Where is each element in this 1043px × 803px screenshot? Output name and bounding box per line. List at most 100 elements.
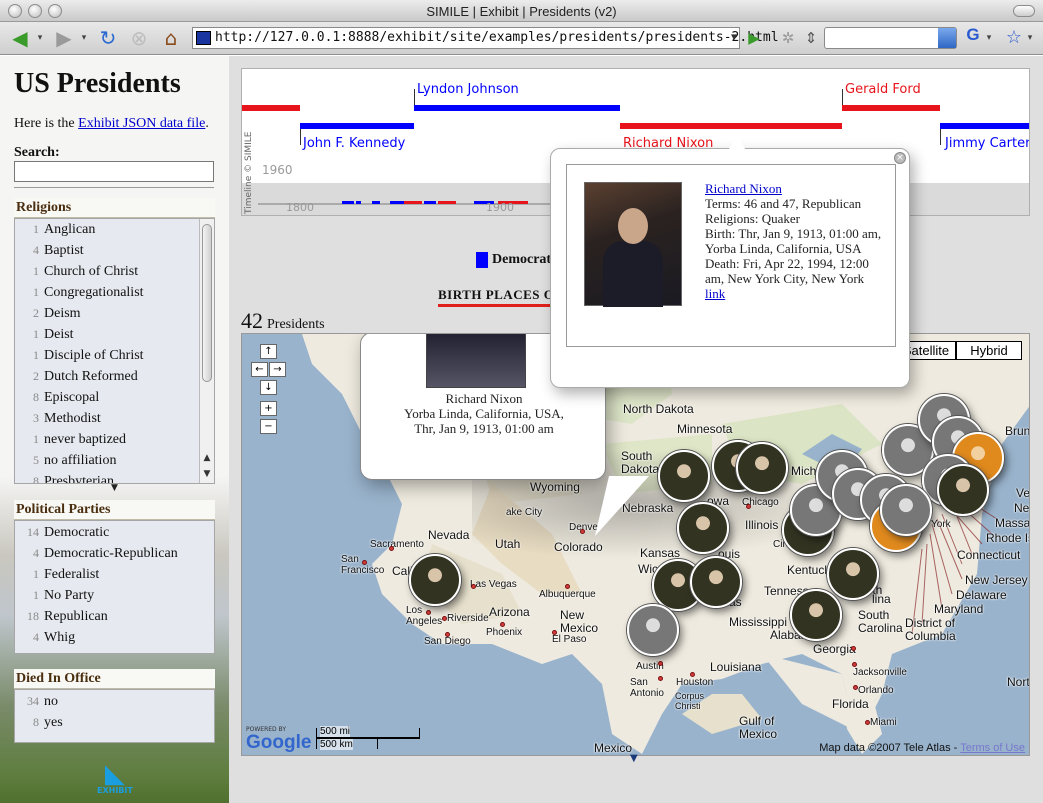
timeline-bar[interactable] bbox=[300, 123, 414, 129]
timeline-bar[interactable] bbox=[940, 123, 1029, 129]
window-title: SIMILE | Exhibit | Presidents (v2) bbox=[426, 4, 617, 19]
zoom-in-button[interactable]: + bbox=[260, 401, 277, 416]
timeline-bar[interactable] bbox=[242, 105, 300, 111]
chevron-down-icon[interactable]: ▾ bbox=[1025, 25, 1035, 51]
bookmark-star-icon[interactable]: ☆ bbox=[1004, 25, 1024, 51]
chevron-down-icon[interactable]: ▾ bbox=[984, 25, 994, 51]
toolbar-toggle-button[interactable] bbox=[1013, 5, 1035, 17]
facet-value-row[interactable]: 1 Church of Christ bbox=[15, 261, 214, 282]
facet-value-row[interactable]: 4 Democratic-Republican bbox=[15, 543, 214, 564]
back-button[interactable]: ◀ bbox=[6, 25, 34, 51]
timeline-bar[interactable] bbox=[620, 123, 842, 129]
popup-close-button[interactable]: × bbox=[894, 152, 906, 164]
facet-value-row[interactable]: 4 Baptist bbox=[15, 240, 214, 261]
scrollbar[interactable]: ▲ ▼ bbox=[199, 219, 214, 483]
json-data-link[interactable]: Exhibit JSON data file bbox=[78, 116, 205, 131]
google-search-icon[interactable]: G bbox=[964, 25, 982, 51]
go-button[interactable]: ▶ bbox=[744, 25, 764, 51]
home-button[interactable]: ⌂ bbox=[158, 25, 184, 51]
facet-value-row[interactable]: 1 Federalist bbox=[15, 564, 214, 585]
timeline-label-johnson[interactable]: Lyndon Johnson bbox=[417, 82, 519, 97]
died-in-office-facet-list: 34 no 8 yes bbox=[14, 689, 215, 743]
collapse-view-icon[interactable]: ▼ bbox=[630, 753, 638, 764]
resize-grip-icon[interactable]: ⇕ bbox=[804, 25, 818, 51]
map-type-hybrid-button[interactable]: Hybrid bbox=[956, 341, 1022, 360]
map-label: Rhode Isl bbox=[986, 531, 1029, 545]
facet-value-row[interactable]: 8 Episcopal bbox=[15, 387, 214, 408]
map-label: Nevada bbox=[428, 528, 470, 542]
president-marker[interactable] bbox=[736, 442, 788, 494]
pan-right-button[interactable]: → bbox=[269, 362, 286, 377]
forward-button[interactable]: ▶ bbox=[50, 25, 78, 51]
facet-value-row[interactable]: 1 Congregationalist bbox=[15, 282, 214, 303]
google-logo[interactable]: Google bbox=[246, 732, 311, 754]
url-dropdown-icon[interactable]: ▼ bbox=[731, 28, 737, 48]
facet-value-row[interactable]: 4 Whig bbox=[15, 627, 214, 648]
scroll-up-icon[interactable]: ▲ bbox=[200, 451, 214, 465]
back-history-button[interactable]: ▾ bbox=[34, 25, 46, 51]
facet-value-count: 8 bbox=[33, 390, 39, 404]
president-marker[interactable] bbox=[658, 450, 710, 502]
loading-throbber-icon: ✲ bbox=[781, 29, 795, 47]
city-dot bbox=[471, 584, 476, 589]
map-label: Minnesota bbox=[677, 422, 733, 436]
chevron-down-icon: ▾ bbox=[37, 33, 43, 43]
pan-up-button[interactable]: ↑ bbox=[260, 344, 277, 359]
facet-value-row[interactable]: 8 Presbyterian bbox=[15, 471, 214, 484]
facet-value-row[interactable]: 1 Anglican bbox=[15, 219, 214, 240]
reload-button[interactable]: ↻ bbox=[95, 25, 121, 51]
forward-history-button[interactable]: ▾ bbox=[78, 25, 90, 51]
timeline-label-ford[interactable]: Gerald Ford bbox=[845, 82, 921, 97]
timeline-label-kennedy[interactable]: John F. Kennedy bbox=[303, 136, 405, 151]
city-dot bbox=[853, 685, 858, 690]
facet-value-row[interactable]: 34 no bbox=[15, 691, 214, 712]
timeline-bar[interactable] bbox=[414, 105, 620, 111]
exhibit-logo[interactable]: ◣ EXHIBIT bbox=[97, 761, 133, 795]
bubble-place: Yorba Linda, California, USA, bbox=[404, 406, 564, 421]
city-dot bbox=[426, 610, 431, 615]
president-marker[interactable] bbox=[937, 464, 989, 516]
chevron-down-icon: ▾ bbox=[81, 33, 87, 43]
facet-value-count: 8 bbox=[33, 715, 39, 729]
president-marker[interactable] bbox=[790, 589, 842, 641]
facet-value-row[interactable]: 8 yes bbox=[15, 712, 214, 733]
facet-value-row[interactable]: 2 Deism bbox=[15, 303, 214, 324]
overview-year-1900: 1900 bbox=[486, 201, 514, 214]
popup-link[interactable]: link bbox=[705, 286, 725, 301]
facet-value-row[interactable]: 3 Methodist bbox=[15, 408, 214, 429]
president-marker-nixon[interactable] bbox=[409, 554, 461, 606]
popup-content: Richard Nixon Terms: 46 and 47, Republic… bbox=[566, 164, 896, 347]
timeline-bar[interactable] bbox=[842, 105, 940, 111]
search-engine-input[interactable] bbox=[824, 27, 957, 49]
birth-places-map[interactable]: North Dakota Minnesota South Dakota Wyom… bbox=[241, 333, 1030, 756]
expand-facet-icon[interactable]: ▼ bbox=[14, 484, 215, 493]
president-marker[interactable] bbox=[880, 484, 932, 536]
popup-details: Richard Nixon Terms: 46 and 47, Republic… bbox=[705, 181, 890, 301]
facet-value-row[interactable]: 18 Republican bbox=[15, 606, 214, 627]
facet-value-row[interactable]: 1 Disciple of Christ bbox=[15, 345, 214, 366]
facet-value-row[interactable]: 1 No Party bbox=[15, 585, 214, 606]
scrollbar-thumb[interactable] bbox=[202, 224, 212, 382]
search-engine-stepper-icon[interactable] bbox=[938, 28, 956, 48]
pan-left-button[interactable]: ← bbox=[251, 362, 268, 377]
stop-button[interactable]: ⊗ bbox=[126, 25, 152, 51]
scroll-down-icon[interactable]: ▼ bbox=[200, 467, 214, 481]
facet-value-label: Whig bbox=[44, 629, 76, 645]
search-input[interactable] bbox=[14, 161, 214, 182]
facet-value-row[interactable]: 14 Democratic bbox=[15, 522, 214, 543]
pan-down-button[interactable]: ↓ bbox=[260, 380, 277, 395]
president-marker[interactable] bbox=[690, 556, 742, 608]
terms-of-use-link[interactable]: Terms of Use bbox=[960, 742, 1025, 754]
timeline-label-carter[interactable]: Jimmy Carter bbox=[945, 136, 1029, 151]
facet-value-row[interactable]: 2 Dutch Reformed bbox=[15, 366, 214, 387]
facet-value-row[interactable]: 1 Deist bbox=[15, 324, 214, 345]
popup-name-link[interactable]: Richard Nixon bbox=[705, 181, 782, 196]
facet-value-row[interactable]: 1 never baptized bbox=[15, 429, 214, 450]
zoom-out-button[interactable]: − bbox=[260, 419, 277, 434]
president-marker[interactable] bbox=[827, 548, 879, 600]
president-marker[interactable] bbox=[627, 604, 679, 656]
president-marker[interactable] bbox=[677, 502, 729, 554]
url-bar[interactable]: http://127.0.0.1:8888/exhibit/site/examp… bbox=[192, 27, 779, 49]
map-label: Gulf of Mexico bbox=[739, 714, 778, 741]
facet-value-row[interactable]: 5 no affiliation bbox=[15, 450, 214, 471]
